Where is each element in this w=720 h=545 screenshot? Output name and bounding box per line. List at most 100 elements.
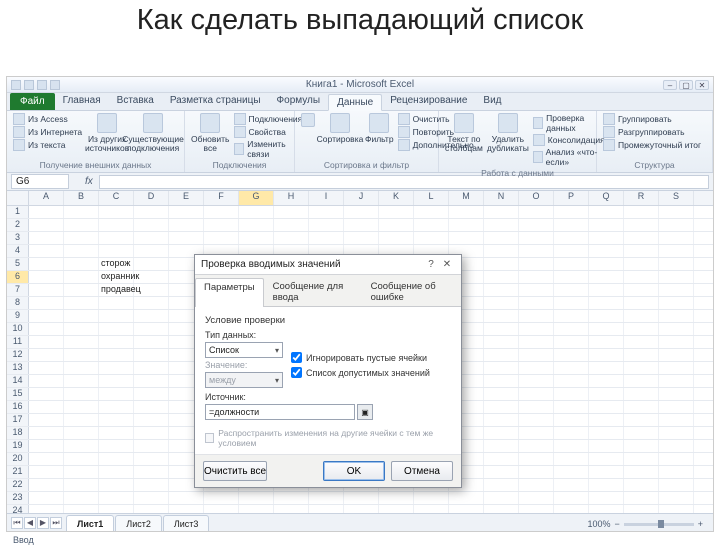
- cell[interactable]: [239, 505, 274, 513]
- cell[interactable]: [624, 388, 659, 400]
- minimize-button[interactable]: –: [663, 80, 677, 90]
- row-header[interactable]: 24: [7, 505, 29, 513]
- cell[interactable]: [134, 401, 169, 413]
- cell[interactable]: [29, 232, 64, 244]
- cell[interactable]: [134, 284, 169, 296]
- cell[interactable]: [519, 232, 554, 244]
- cell[interactable]: [239, 206, 274, 218]
- cell[interactable]: [309, 219, 344, 231]
- cell[interactable]: [659, 258, 694, 270]
- cell[interactable]: [64, 453, 99, 465]
- cell[interactable]: [414, 505, 449, 513]
- cell[interactable]: [589, 258, 624, 270]
- cell[interactable]: [29, 336, 64, 348]
- ribbon-tab[interactable]: Рецензирование: [382, 93, 475, 110]
- refresh-all-button[interactable]: Обновить все: [191, 113, 230, 154]
- properties-button[interactable]: Свойства: [234, 126, 303, 138]
- cell[interactable]: [484, 297, 519, 309]
- cell[interactable]: [134, 271, 169, 283]
- cell[interactable]: [99, 453, 134, 465]
- range-selector-button[interactable]: ▣: [357, 404, 373, 420]
- cell[interactable]: [589, 375, 624, 387]
- cell[interactable]: [554, 427, 589, 439]
- cell[interactable]: [99, 245, 134, 257]
- row-header[interactable]: 2: [7, 219, 29, 231]
- cell[interactable]: [99, 414, 134, 426]
- column-header[interactable]: B: [64, 191, 99, 205]
- cell[interactable]: [554, 336, 589, 348]
- sort-button[interactable]: Сортировка: [319, 113, 361, 144]
- cell[interactable]: сторож: [99, 258, 134, 270]
- cell[interactable]: [134, 206, 169, 218]
- cell[interactable]: [589, 232, 624, 244]
- row-header[interactable]: 8: [7, 297, 29, 309]
- cell[interactable]: [99, 297, 134, 309]
- edit-links-button[interactable]: Изменить связи: [234, 139, 303, 159]
- cell[interactable]: [484, 479, 519, 491]
- cell[interactable]: [659, 349, 694, 361]
- cell[interactable]: [484, 453, 519, 465]
- row-header[interactable]: 7: [7, 284, 29, 296]
- cell[interactable]: [29, 219, 64, 231]
- cell[interactable]: [99, 492, 134, 504]
- cell[interactable]: [624, 258, 659, 270]
- row-header[interactable]: 11: [7, 336, 29, 348]
- cell[interactable]: [519, 440, 554, 452]
- cell[interactable]: [169, 232, 204, 244]
- cell[interactable]: [519, 375, 554, 387]
- cell[interactable]: [99, 375, 134, 387]
- cell[interactable]: [169, 206, 204, 218]
- group-button[interactable]: Группировать: [603, 113, 701, 125]
- ribbon-tab[interactable]: Главная: [55, 93, 109, 110]
- cell[interactable]: [449, 232, 484, 244]
- cell[interactable]: [64, 219, 99, 231]
- cell[interactable]: [134, 219, 169, 231]
- cell[interactable]: [519, 206, 554, 218]
- cell[interactable]: [554, 440, 589, 452]
- cell[interactable]: [29, 258, 64, 270]
- column-header[interactable]: K: [379, 191, 414, 205]
- cell[interactable]: [554, 414, 589, 426]
- ok-button[interactable]: OK: [323, 461, 385, 481]
- row-header[interactable]: 21: [7, 466, 29, 478]
- column-header[interactable]: G: [239, 191, 274, 205]
- cell[interactable]: [134, 310, 169, 322]
- column-header[interactable]: R: [624, 191, 659, 205]
- fx-icon[interactable]: fx: [85, 176, 93, 187]
- cell[interactable]: [64, 492, 99, 504]
- cell[interactable]: [554, 505, 589, 513]
- cell[interactable]: [624, 284, 659, 296]
- cell[interactable]: [519, 466, 554, 478]
- cell[interactable]: [99, 310, 134, 322]
- cell[interactable]: [554, 375, 589, 387]
- column-headers[interactable]: ABCDEFGHIJKLMNOPQRS: [7, 191, 713, 206]
- remove-duplicates-button[interactable]: Удалить дубликаты: [487, 113, 529, 154]
- cell[interactable]: [589, 271, 624, 283]
- cell[interactable]: [29, 375, 64, 387]
- cell[interactable]: [624, 245, 659, 257]
- cell[interactable]: [659, 505, 694, 513]
- subtotal-button[interactable]: Промежуточный итог: [603, 139, 701, 151]
- row-header[interactable]: 15: [7, 388, 29, 400]
- cell[interactable]: [169, 219, 204, 231]
- cell[interactable]: [29, 440, 64, 452]
- cell[interactable]: [344, 505, 379, 513]
- cell[interactable]: [344, 492, 379, 504]
- cell[interactable]: [169, 505, 204, 513]
- select-all-corner[interactable]: [7, 191, 29, 205]
- cell[interactable]: продавец: [99, 284, 134, 296]
- cell[interactable]: [29, 206, 64, 218]
- from-web-button[interactable]: Из Интернета: [13, 126, 82, 138]
- cell[interactable]: [274, 232, 309, 244]
- cell[interactable]: [29, 427, 64, 439]
- cell[interactable]: [449, 206, 484, 218]
- column-header[interactable]: D: [134, 191, 169, 205]
- cell[interactable]: [29, 245, 64, 257]
- cell[interactable]: [659, 232, 694, 244]
- cell[interactable]: [29, 466, 64, 478]
- column-header[interactable]: S: [659, 191, 694, 205]
- cell[interactable]: [519, 414, 554, 426]
- cell[interactable]: [554, 388, 589, 400]
- cell[interactable]: [414, 206, 449, 218]
- cell[interactable]: [64, 427, 99, 439]
